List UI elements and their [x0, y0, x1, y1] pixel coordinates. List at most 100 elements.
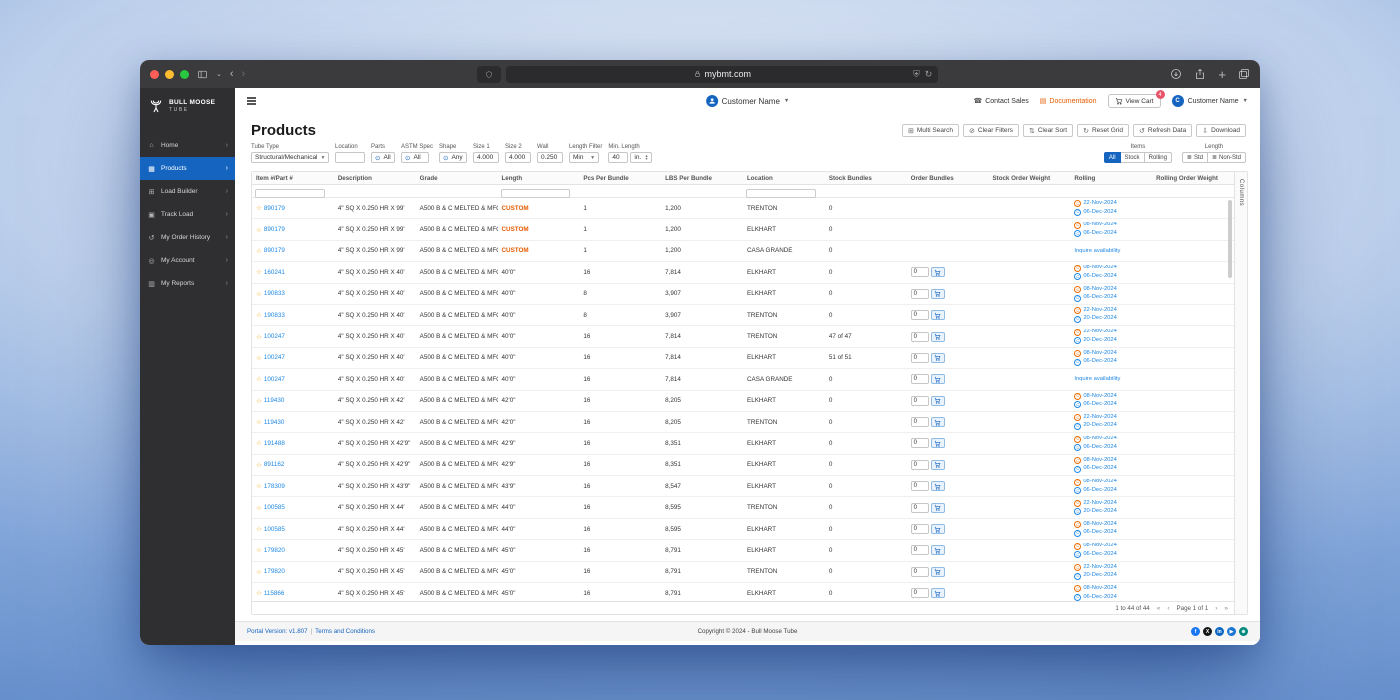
size1-input[interactable] — [473, 152, 500, 163]
rolling-date[interactable]: C 22-Nov-2024 — [1074, 200, 1148, 208]
rolling-date[interactable]: C 08-Nov-2024 — [1074, 435, 1148, 443]
favorite-star-icon[interactable]: ☆ — [256, 439, 262, 447]
rolling-date[interactable]: C 06-Dec-2024 — [1074, 358, 1148, 366]
order-qty-input[interactable]: 0 — [910, 588, 929, 599]
add-to-cart-button[interactable] — [930, 524, 945, 535]
columns-panel-tab[interactable]: Columns — [1238, 172, 1244, 614]
rolling-date[interactable]: C 06-Dec-2024 — [1074, 487, 1148, 495]
rolling-date[interactable]: C 08-Nov-2024 — [1074, 478, 1148, 486]
rolling-date[interactable]: C 20-Dec-2024 — [1074, 572, 1148, 580]
sidebar-item-home[interactable]: ⌂ Home › — [140, 134, 235, 157]
item-number-link[interactable]: 190833 — [264, 312, 285, 319]
new-tab-icon[interactable]: + — [1218, 68, 1226, 81]
clear-sort-button[interactable]: ⇅ Clear Sort — [1022, 124, 1074, 137]
item-number-link[interactable]: 100247 — [264, 333, 285, 340]
inquire-availability-link[interactable]: Inquire availability — [1070, 376, 1152, 382]
favorite-star-icon[interactable]: ☆ — [256, 525, 262, 533]
rolling-date[interactable]: C 06-Dec-2024 — [1074, 294, 1148, 302]
terms-link[interactable]: Terms and Conditions — [315, 628, 375, 635]
rolling-date[interactable]: C 22-Nov-2024 — [1074, 328, 1148, 336]
add-to-cart-button[interactable] — [930, 395, 945, 406]
column-filter-input[interactable] — [746, 189, 816, 198]
order-qty-input[interactable]: 0 — [910, 545, 929, 556]
length-non-std-button[interactable]: ≣ Non-Std — [1207, 152, 1246, 163]
maximize-window-button[interactable] — [180, 69, 189, 79]
order-qty-input[interactable]: 0 — [910, 417, 929, 428]
rolling-date[interactable]: C 06-Dec-2024 — [1074, 594, 1148, 601]
column-header-order-bundles[interactable]: Order Bundles — [907, 172, 989, 184]
rolling-date[interactable]: C 06-Dec-2024 — [1074, 230, 1148, 238]
favorite-star-icon[interactable]: ☆ — [256, 204, 262, 212]
column-header-lbs-per-bundle[interactable]: LBS Per Bundle — [661, 172, 743, 184]
sidebar-item-my-reports[interactable]: ▥ My Reports › — [140, 272, 235, 295]
rolling-date[interactable]: C 08-Nov-2024 — [1074, 350, 1148, 358]
size2-input[interactable] — [505, 152, 532, 163]
favorite-star-icon[interactable]: ☆ — [256, 354, 262, 362]
column-filter-input[interactable] — [500, 189, 571, 198]
prev-page-icon[interactable]: ‹ — [1167, 605, 1169, 612]
chevron-down-icon[interactable]: ⌄ — [216, 71, 222, 78]
linkedin-icon[interactable]: in — [1215, 627, 1224, 636]
rolling-date[interactable]: C 08-Nov-2024 — [1074, 585, 1148, 593]
sidebar-item-my-account[interactable]: ◎ My Account › — [140, 249, 235, 272]
favorite-star-icon[interactable]: ☆ — [256, 589, 262, 597]
facebook-icon[interactable]: f — [1191, 627, 1200, 636]
item-number-link[interactable]: 890179 — [264, 205, 285, 212]
add-to-cart-button[interactable] — [930, 417, 945, 428]
item-number-link[interactable]: 100585 — [264, 526, 285, 533]
favorite-star-icon[interactable]: ☆ — [256, 504, 262, 512]
sidebar-item-my-order-history[interactable]: ↺ My Order History › — [140, 226, 235, 249]
add-to-cart-button[interactable] — [930, 588, 945, 599]
grid-scrollbar[interactable] — [1228, 200, 1232, 278]
column-header-rolling-order-weight[interactable]: Rolling Order Weight — [1152, 172, 1234, 184]
forward-button[interactable]: › — [242, 68, 246, 80]
order-qty-input[interactable]: 0 — [910, 459, 929, 470]
rolling-date[interactable]: C 08-Nov-2024 — [1074, 264, 1148, 272]
reload-icon[interactable]: ↻ — [925, 69, 933, 80]
rolling-date[interactable]: C 20-Dec-2024 — [1074, 423, 1148, 430]
min-length-unit-select[interactable]: in. ▲ ▼ — [630, 152, 653, 163]
back-button[interactable]: ‹ — [230, 68, 234, 80]
add-to-cart-button[interactable] — [930, 288, 945, 299]
column-header-location[interactable]: Location — [743, 172, 825, 184]
favorite-star-icon[interactable]: ☆ — [256, 268, 262, 276]
privacy-shield-icon[interactable] — [477, 65, 502, 83]
favorite-star-icon[interactable]: ☆ — [256, 333, 262, 341]
rolling-date[interactable]: C 06-Dec-2024 — [1074, 273, 1148, 281]
rolling-date[interactable]: C 20-Dec-2024 — [1074, 316, 1148, 323]
column-filter-input[interactable] — [255, 189, 325, 198]
item-number-link[interactable]: 179820 — [264, 547, 285, 554]
min-length-input[interactable] — [608, 152, 629, 163]
reset-grid-button[interactable]: ↻ Reset Grid — [1077, 124, 1130, 137]
favorite-star-icon[interactable]: ☆ — [256, 568, 262, 576]
item-number-link[interactable]: 119430 — [264, 397, 285, 404]
order-qty-input[interactable]: 0 — [910, 395, 929, 406]
column-header-item-part[interactable]: Item #/Part # — [252, 172, 334, 184]
x-icon[interactable]: X — [1203, 627, 1212, 636]
rolling-date[interactable]: C 06-Dec-2024 — [1074, 465, 1148, 473]
refresh-data-button[interactable]: ↺ Refresh Data — [1133, 124, 1193, 137]
documentation-link[interactable]: ▤ Documentation — [1040, 97, 1097, 106]
rolling-date[interactable]: C 20-Dec-2024 — [1074, 508, 1148, 516]
sidebar-toggle-icon[interactable] — [197, 69, 208, 80]
favorite-star-icon[interactable]: ☆ — [256, 461, 262, 469]
order-qty-input[interactable]: 0 — [910, 374, 929, 385]
add-to-cart-button[interactable] — [930, 374, 945, 385]
add-to-cart-button[interactable] — [930, 481, 945, 492]
rolling-date[interactable]: C 08-Nov-2024 — [1074, 542, 1148, 550]
add-to-cart-button[interactable] — [930, 438, 945, 449]
items-all-button[interactable]: All — [1103, 152, 1121, 163]
item-number-link[interactable]: 890179 — [264, 226, 285, 233]
rolling-date[interactable]: C 06-Dec-2024 — [1074, 444, 1148, 452]
favorite-star-icon[interactable]: ☆ — [256, 247, 262, 255]
location-input[interactable] — [335, 152, 365, 163]
items-stock-button[interactable]: Stock — [1120, 152, 1145, 163]
favorite-star-icon[interactable]: ☆ — [256, 418, 262, 426]
sidebar-item-products[interactable]: ▦ Products › — [140, 157, 235, 180]
item-number-link[interactable]: 100585 — [264, 504, 285, 511]
favorite-star-icon[interactable]: ☆ — [256, 290, 262, 298]
wall-input[interactable] — [537, 152, 564, 163]
rolling-date[interactable]: C 06-Dec-2024 — [1074, 209, 1148, 216]
rolling-date[interactable]: C 08-Nov-2024 — [1074, 457, 1148, 465]
item-number-link[interactable]: 119430 — [264, 419, 285, 426]
